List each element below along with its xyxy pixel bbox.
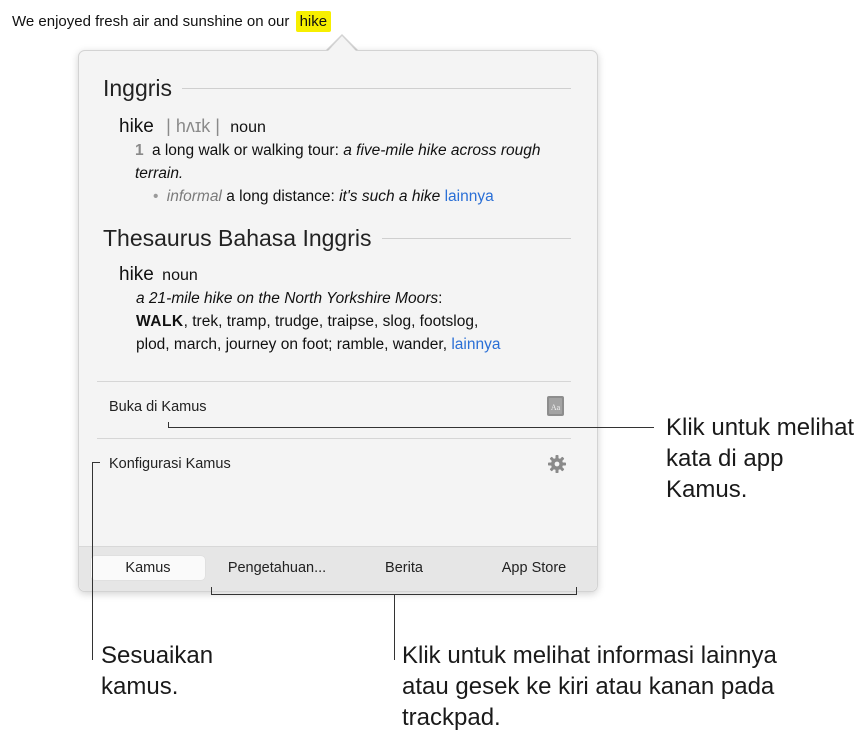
svg-text:Aa: Aa [551,403,561,412]
divider [97,438,571,439]
sense-text: a long walk or walking tour: [151,142,339,159]
source-tab-bar: Kamus Pengetahuan... Berita App Store [79,546,597,591]
synonyms-line-2: plod, march, journey on foot; ramble, wa… [136,336,448,353]
tab-berita[interactable]: Berita [359,556,449,580]
dictionary-headword: hike [119,116,154,137]
thesaurus-more-link[interactable]: lainnya [451,336,500,353]
sub-sense-text: a long distance: [226,188,335,205]
thesaurus-example: a 21-mile hike on the North Yorkshire Mo… [136,290,439,307]
dictionary-more-link[interactable]: lainnya [445,188,494,205]
synonyms-line-1: , trek, tramp, trudge, traipse, slog, fo… [183,313,479,330]
callout-customize-text: Sesuaikan kamus. [101,642,214,700]
sentence-text: We enjoyed fresh air and sunshine on our [12,13,290,30]
open-in-dictionary-button[interactable]: Buka di Kamus [109,399,207,415]
tab-kamus[interactable]: Kamus [91,556,205,580]
thesaurus-heading: Thesaurus Bahasa Inggris [103,225,372,251]
callout-open-text: Klik untuk melihat kata di app Kamus. [666,414,855,503]
highlighted-word[interactable]: hike [295,11,332,32]
bullet-icon: • [153,188,159,205]
gear-icon[interactable] [547,454,567,479]
divider [97,381,571,382]
core-synonym: WALK [136,313,184,330]
source-sentence: We enjoyed fresh air and sunshine on our… [12,10,332,34]
thesaurus-section-header: Thesaurus Bahasa Inggris [103,225,571,252]
dictionary-heading: Inggris [103,75,173,101]
thesaurus-entry: hike noun a 21-mile hike on the North Yo… [119,264,501,353]
dictionary-section-header: Inggris [103,75,571,102]
callout-more-info-text: Klik untuk melihat informasi lainnya ata… [402,642,777,731]
sub-sense-example: it's such a hike [339,188,441,205]
configure-dictionary-button[interactable]: Konfigurasi Kamus [109,456,231,472]
callout-line-customize [92,462,93,660]
dictionary-book-icon[interactable]: Aa [545,395,567,422]
tab-pengetahuan[interactable]: Pengetahuan... [215,556,339,580]
pronunciation: | hʌɪk | [166,116,220,136]
thesaurus-headword: hike [119,264,154,285]
lookup-popover: Inggris hike | hʌɪk | noun 1 a long walk… [78,50,598,592]
tab-app-store[interactable]: App Store [479,556,589,580]
thesaurus-pos: noun [162,267,198,284]
dictionary-entry: hike | hʌɪk | noun 1 a long walk or walk… [119,115,577,208]
callout-line-open [168,427,654,428]
callout-line-more-info [394,594,395,660]
register-label: informal [166,188,222,205]
part-of-speech: noun [230,119,266,136]
sense-number: 1 [135,142,144,159]
